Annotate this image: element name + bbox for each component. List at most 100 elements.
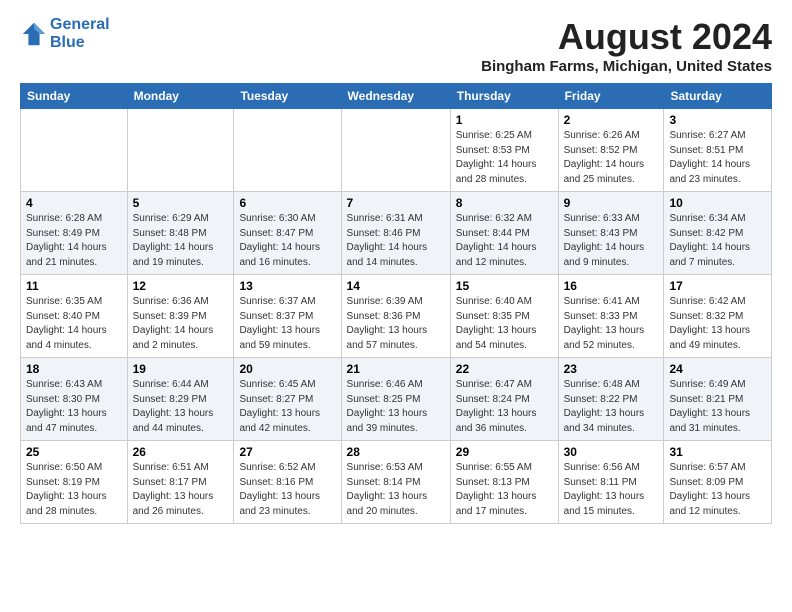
day-number: 22 [456, 362, 553, 376]
calendar-day-cell: 15 Sunrise: 6:40 AMSunset: 8:35 PMDayligh… [450, 275, 558, 358]
day-info: Sunrise: 6:57 AMSunset: 8:09 PMDaylight:… [669, 461, 766, 519]
calendar-day-cell: 9Sunrise: 6:33 AMSunset: 8:43 PMDaylight… [558, 192, 664, 275]
calendar-day-header: Thursday [450, 84, 558, 109]
day-number: 5 [133, 196, 229, 210]
day-number: 7 [347, 196, 445, 210]
day-number: 16 [564, 279, 659, 293]
day-info: Sunrise: 6:40 AMSunset: 8:35 PMDaylight:… [456, 295, 553, 353]
day-number: 11 [26, 279, 122, 293]
day-info: Sunrise: 6:25 AMSunset: 8:53 PMDaylight:… [456, 129, 553, 187]
day-number: 29 [456, 445, 553, 459]
day-info: Sunrise: 6:50 AMSunset: 8:19 PMDaylight:… [26, 461, 122, 519]
calendar-day-cell [341, 109, 450, 192]
day-info: Sunrise: 6:51 AMSunset: 8:17 PMDaylight:… [133, 461, 229, 519]
day-number: 12 [133, 279, 229, 293]
day-number: 13 [239, 279, 335, 293]
calendar-day-cell: 14Sunrise: 6:39 AMSunset: 8:36 PMDayligh… [341, 275, 450, 358]
day-info: Sunrise: 6:26 AMSunset: 8:52 PMDaylight:… [564, 129, 659, 187]
day-number: 26 [133, 445, 229, 459]
calendar-day-cell: 4 Sunrise: 6:28 AMSunset: 8:49 PMDaylight… [21, 192, 128, 275]
day-number: 28 [347, 445, 445, 459]
day-number: 23 [564, 362, 659, 376]
logo-icon [20, 20, 48, 48]
day-info: Sunrise: 6:44 AMSunset: 8:29 PMDaylight:… [133, 378, 229, 436]
day-number: 9 [564, 196, 659, 210]
day-info: Sunrise: 6:53 AMSunset: 8:14 PMDaylight:… [347, 461, 445, 519]
calendar-day-cell: 8 Sunrise: 6:32 AMSunset: 8:44 PMDaylight… [450, 192, 558, 275]
logo: General Blue [20, 16, 110, 51]
calendar-day-cell: 22Sunrise: 6:47 AMSunset: 8:24 PMDayligh… [450, 358, 558, 441]
calendar-day-cell [234, 109, 341, 192]
calendar-day-cell: 29 Sunrise: 6:55 AMSunset: 8:13 PMDayligh… [450, 441, 558, 524]
calendar-day-cell: 2Sunrise: 6:26 AMSunset: 8:52 PMDaylight… [558, 109, 664, 192]
day-info: Sunrise: 6:29 AMSunset: 8:48 PMDaylight:… [133, 212, 229, 270]
day-info: Sunrise: 6:28 AMSunset: 8:49 PMDaylight:… [26, 212, 122, 270]
day-number: 6 [239, 196, 335, 210]
calendar-day-cell: 12 Sunrise: 6:36 AMSunset: 8:39 PMDayligh… [127, 275, 234, 358]
calendar-day-cell: 25 Sunrise: 6:50 AMSunset: 8:19 PMDayligh… [21, 441, 128, 524]
day-info: Sunrise: 6:56 AMSunset: 8:11 PMDaylight:… [564, 461, 659, 519]
calendar-table: SundayMondayTuesdayWednesdayThursdayFrid… [20, 83, 772, 524]
main-title: August 2024 [481, 16, 772, 58]
calendar-day-cell: 21 Sunrise: 6:46 AMSunset: 8:25 PMDayligh… [341, 358, 450, 441]
calendar-day-cell: 26 Sunrise: 6:51 AMSunset: 8:17 PMDayligh… [127, 441, 234, 524]
day-number: 8 [456, 196, 553, 210]
day-number: 17 [669, 279, 766, 293]
day-number: 18 [26, 362, 122, 376]
day-number: 21 [347, 362, 445, 376]
day-number: 4 [26, 196, 122, 210]
page: General Blue August 2024 Bingham Farms, … [0, 0, 792, 540]
calendar-day-cell: 11Sunrise: 6:35 AMSunset: 8:40 PMDayligh… [21, 275, 128, 358]
calendar-week-row: 25 Sunrise: 6:50 AMSunset: 8:19 PMDayligh… [21, 441, 772, 524]
calendar-day-cell: 1 Sunrise: 6:25 AMSunset: 8:53 PMDaylight… [450, 109, 558, 192]
day-info: Sunrise: 6:34 AMSunset: 8:42 PMDaylight:… [669, 212, 766, 270]
calendar-day-cell: 24Sunrise: 6:49 AMSunset: 8:21 PMDayligh… [664, 358, 772, 441]
calendar-day-cell: 6 Sunrise: 6:30 AMSunset: 8:47 PMDaylight… [234, 192, 341, 275]
day-number: 15 [456, 279, 553, 293]
calendar-week-row: 4 Sunrise: 6:28 AMSunset: 8:49 PMDaylight… [21, 192, 772, 275]
calendar-day-cell: 23 Sunrise: 6:48 AMSunset: 8:22 PMDayligh… [558, 358, 664, 441]
day-info: Sunrise: 6:46 AMSunset: 8:25 PMDaylight:… [347, 378, 445, 436]
day-number: 10 [669, 196, 766, 210]
calendar-week-row: 11Sunrise: 6:35 AMSunset: 8:40 PMDayligh… [21, 275, 772, 358]
calendar-day-cell: 16Sunrise: 6:41 AMSunset: 8:33 PMDayligh… [558, 275, 664, 358]
calendar-day-header: Wednesday [341, 84, 450, 109]
day-number: 19 [133, 362, 229, 376]
subtitle: Bingham Farms, Michigan, United States [481, 58, 772, 75]
calendar-day-header: Friday [558, 84, 664, 109]
day-number: 20 [239, 362, 335, 376]
day-info: Sunrise: 6:55 AMSunset: 8:13 PMDaylight:… [456, 461, 553, 519]
logo-text: General Blue [50, 16, 110, 51]
day-info: Sunrise: 6:31 AMSunset: 8:46 PMDaylight:… [347, 212, 445, 270]
calendar-day-cell: 19 Sunrise: 6:44 AMSunset: 8:29 PMDayligh… [127, 358, 234, 441]
title-block: August 2024 Bingham Farms, Michigan, Uni… [481, 16, 772, 75]
header: General Blue August 2024 Bingham Farms, … [20, 16, 772, 75]
calendar-day-cell: 27Sunrise: 6:52 AMSunset: 8:16 PMDayligh… [234, 441, 341, 524]
day-number: 27 [239, 445, 335, 459]
day-number: 25 [26, 445, 122, 459]
calendar-day-cell: 20Sunrise: 6:45 AMSunset: 8:27 PMDayligh… [234, 358, 341, 441]
day-info: Sunrise: 6:32 AMSunset: 8:44 PMDaylight:… [456, 212, 553, 270]
day-info: Sunrise: 6:30 AMSunset: 8:47 PMDaylight:… [239, 212, 335, 270]
calendar-day-cell: 5 Sunrise: 6:29 AMSunset: 8:48 PMDaylight… [127, 192, 234, 275]
calendar-day-header: Tuesday [234, 84, 341, 109]
day-number: 1 [456, 113, 553, 127]
calendar-header-row: SundayMondayTuesdayWednesdayThursdayFrid… [21, 84, 772, 109]
day-number: 30 [564, 445, 659, 459]
day-info: Sunrise: 6:43 AMSunset: 8:30 PMDaylight:… [26, 378, 122, 436]
day-info: Sunrise: 6:49 AMSunset: 8:21 PMDaylight:… [669, 378, 766, 436]
day-info: Sunrise: 6:42 AMSunset: 8:32 PMDaylight:… [669, 295, 766, 353]
day-info: Sunrise: 6:36 AMSunset: 8:39 PMDaylight:… [133, 295, 229, 353]
calendar-day-header: Sunday [21, 84, 128, 109]
day-number: 3 [669, 113, 766, 127]
day-info: Sunrise: 6:48 AMSunset: 8:22 PMDaylight:… [564, 378, 659, 436]
calendar-week-row: 1 Sunrise: 6:25 AMSunset: 8:53 PMDaylight… [21, 109, 772, 192]
calendar-day-cell: 7 Sunrise: 6:31 AMSunset: 8:46 PMDaylight… [341, 192, 450, 275]
calendar-week-row: 18 Sunrise: 6:43 AMSunset: 8:30 PMDayligh… [21, 358, 772, 441]
calendar-day-cell [127, 109, 234, 192]
day-number: 14 [347, 279, 445, 293]
calendar-day-cell: 17 Sunrise: 6:42 AMSunset: 8:32 PMDayligh… [664, 275, 772, 358]
day-info: Sunrise: 6:37 AMSunset: 8:37 PMDaylight:… [239, 295, 335, 353]
day-number: 31 [669, 445, 766, 459]
calendar-day-cell: 30 Sunrise: 6:56 AMSunset: 8:11 PMDayligh… [558, 441, 664, 524]
